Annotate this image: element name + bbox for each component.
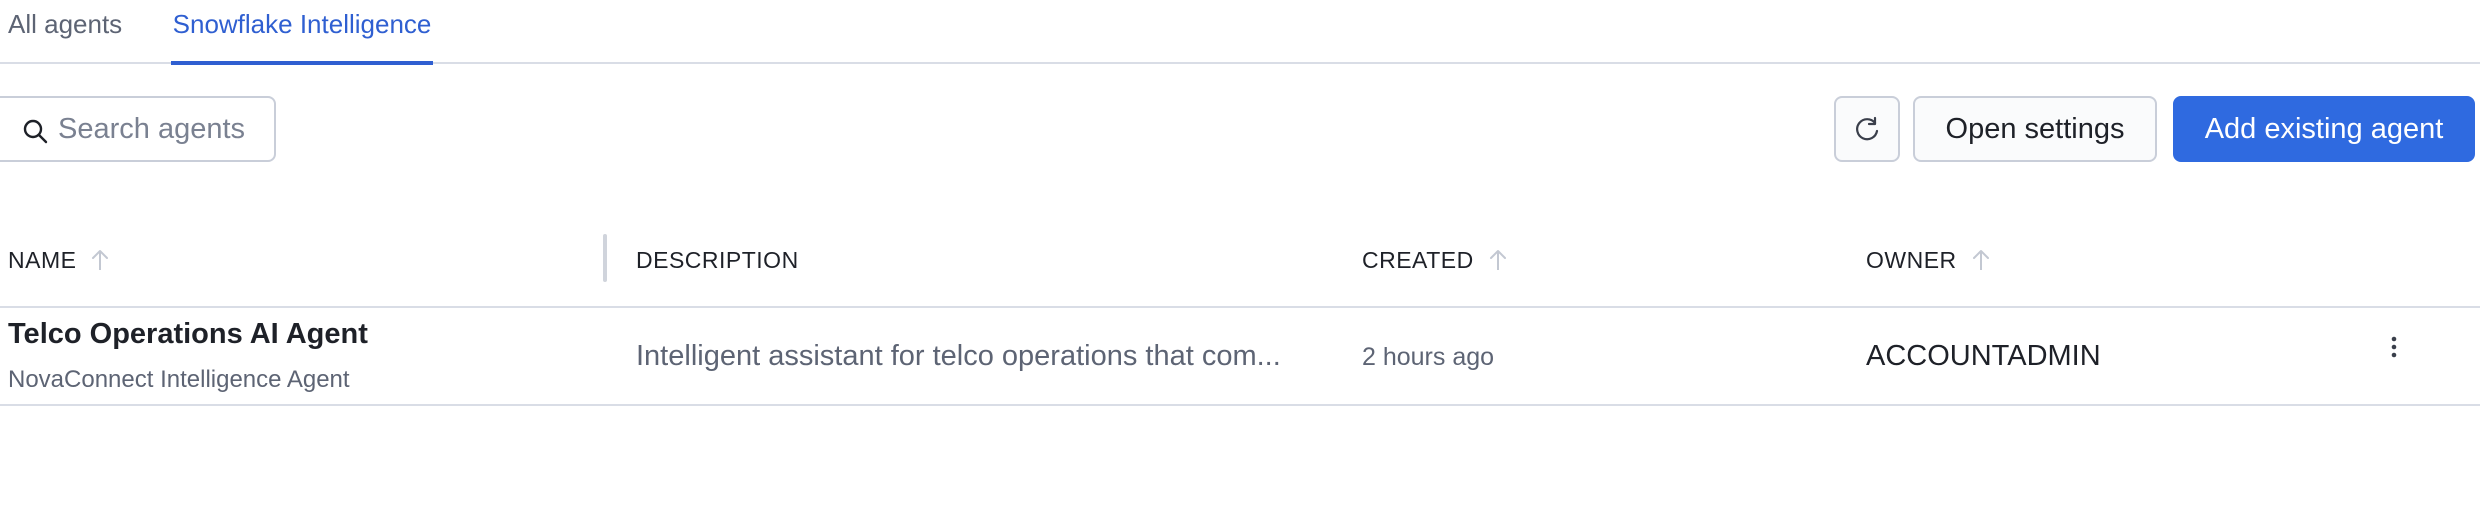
agent-name[interactable]: Telco Operations AI Agent xyxy=(8,318,368,351)
column-header-label: OWNER xyxy=(1866,247,1957,273)
sort-ascending-icon[interactable] xyxy=(90,248,110,272)
search-icon xyxy=(23,119,48,144)
search-box[interactable] xyxy=(0,96,276,162)
add-existing-agent-button[interactable]: Add existing agent xyxy=(2173,96,2475,162)
table-divider xyxy=(0,404,2480,406)
column-header-owner[interactable]: OWNER xyxy=(1866,244,1991,276)
tab-all-agents[interactable]: All agents xyxy=(8,0,122,64)
sort-ascending-icon[interactable] xyxy=(1488,248,1508,272)
column-header-label: NAME xyxy=(8,247,77,273)
table-row[interactable]: Telco Operations AI Agent NovaConnect In… xyxy=(0,308,2480,404)
column-header-created[interactable]: CREATED xyxy=(1362,244,1508,276)
refresh-icon xyxy=(1856,116,1879,141)
search-input[interactable] xyxy=(58,108,258,150)
agent-owner: ACCOUNTADMIN xyxy=(1866,340,2101,372)
column-header-label: CREATED xyxy=(1362,247,1474,273)
column-header-name[interactable]: NAME xyxy=(8,244,110,276)
tab-snowflake-intelligence[interactable]: Snowflake Intelligence xyxy=(171,0,433,65)
tab-bar: All agents Snowflake Intelligence xyxy=(0,0,2480,65)
column-resize-handle[interactable] xyxy=(603,234,607,282)
more-vertical-icon[interactable] xyxy=(2382,332,2406,364)
column-header-description: DESCRIPTION xyxy=(636,244,799,276)
sort-ascending-icon[interactable] xyxy=(1971,248,1991,272)
agent-subtitle: NovaConnect Intelligence Agent xyxy=(8,366,350,393)
column-header-label: DESCRIPTION xyxy=(636,247,799,273)
agent-description: Intelligent assistant for telco operatio… xyxy=(636,340,1281,372)
open-settings-button[interactable]: Open settings xyxy=(1913,96,2157,162)
refresh-button[interactable] xyxy=(1834,96,1900,162)
agent-created: 2 hours ago xyxy=(1362,343,1495,371)
